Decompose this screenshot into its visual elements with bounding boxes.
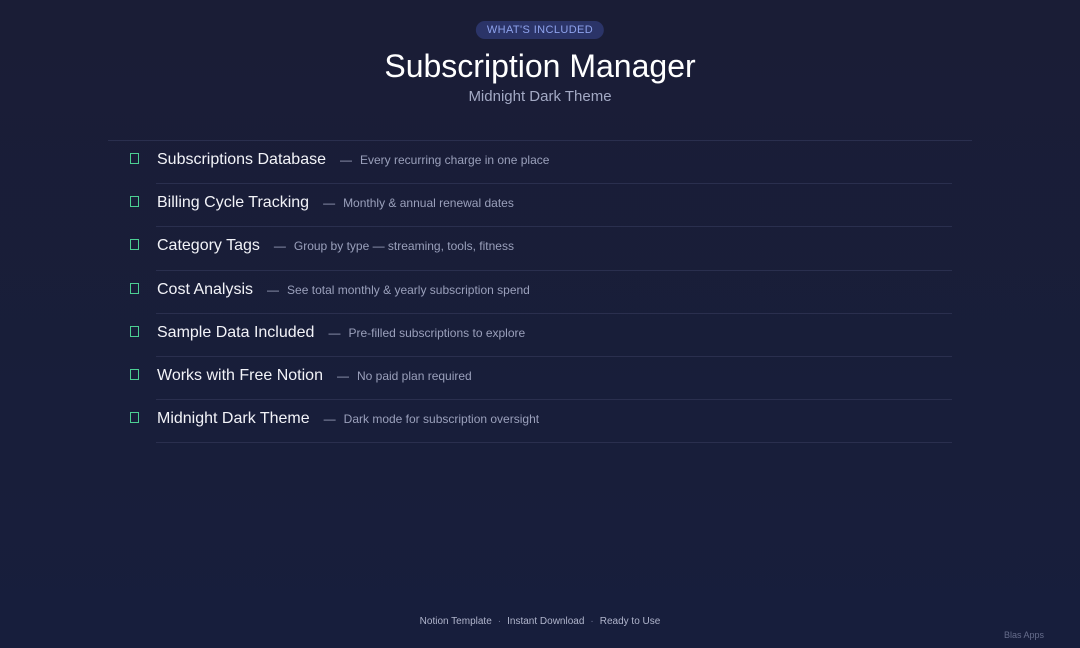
section-badge: WHAT'S INCLUDED <box>475 21 605 39</box>
feature-name: Midnight Dark Theme <box>157 410 310 428</box>
checkbox-icon <box>130 412 139 424</box>
feature-separator: — <box>267 282 280 297</box>
row-divider <box>156 442 952 444</box>
footer-separator: · <box>497 616 502 627</box>
feature-item: Midnight Dark Theme — Dark mode for subscr… <box>130 400 952 444</box>
feature-description: Monthly & annual renewal dates <box>343 196 514 211</box>
feature-description: Dark mode for subscription oversight <box>343 412 540 427</box>
feature-description: Every recurring charge in one place <box>359 153 550 167</box>
checkbox-icon <box>130 239 139 251</box>
feature-separator: — <box>323 196 336 211</box>
feature-description: Group by type — streaming, tools, fitnes… <box>293 239 514 254</box>
feature-list: Subscriptions Database — Every recurring c… <box>130 141 952 444</box>
page-subtitle: Midnight Dark Theme <box>468 88 612 105</box>
footer: Notion Template · Instant Download · Ready t… <box>0 616 1080 627</box>
checkbox-icon <box>130 153 139 164</box>
feature-item: Category Tags — Group by type — streaming,… <box>130 227 952 271</box>
feature-description: No paid plan required <box>356 368 472 383</box>
brand-label: Blas Apps <box>1003 630 1044 640</box>
feature-separator: — <box>328 325 341 340</box>
checkbox-icon <box>130 368 139 380</box>
feature-item: Subscriptions Database — Every recurring c… <box>130 141 952 185</box>
feature-name: Billing Cycle Tracking <box>157 194 310 212</box>
page-title: Subscription Manager <box>384 48 696 84</box>
feature-description: See total monthly & yearly subscription … <box>287 282 530 297</box>
feature-name: Works with Free Notion <box>157 366 323 384</box>
checkbox-icon <box>130 196 139 208</box>
feature-separator: — <box>336 368 349 383</box>
feature-name: Subscriptions Database <box>157 151 326 168</box>
feature-separator: — <box>323 412 336 427</box>
feature-separator: — <box>273 239 286 254</box>
feature-separator: — <box>339 153 352 167</box>
feature-item: Sample Data Included — Pre-filled subscrip… <box>130 314 952 357</box>
feature-description: Pre-filled subscriptions to explore <box>348 325 526 340</box>
feature-item: Cost Analysis — See total monthly & yearly… <box>130 271 952 314</box>
checkbox-icon <box>130 325 139 337</box>
footer-item: Ready to Use <box>599 616 661 627</box>
feature-item: Works with Free Notion — No paid plan requ… <box>130 357 952 401</box>
feature-name: Category Tags <box>157 237 260 255</box>
footer-item: Notion Template <box>419 616 492 627</box>
footer-separator: · <box>590 616 594 627</box>
feature-name: Cost Analysis <box>157 280 254 298</box>
feature-item: Billing Cycle Tracking — Monthly & annual … <box>130 184 952 228</box>
feature-name: Sample Data Included <box>157 323 315 341</box>
checkbox-icon <box>130 282 139 294</box>
footer-item: Instant Download <box>507 616 585 627</box>
